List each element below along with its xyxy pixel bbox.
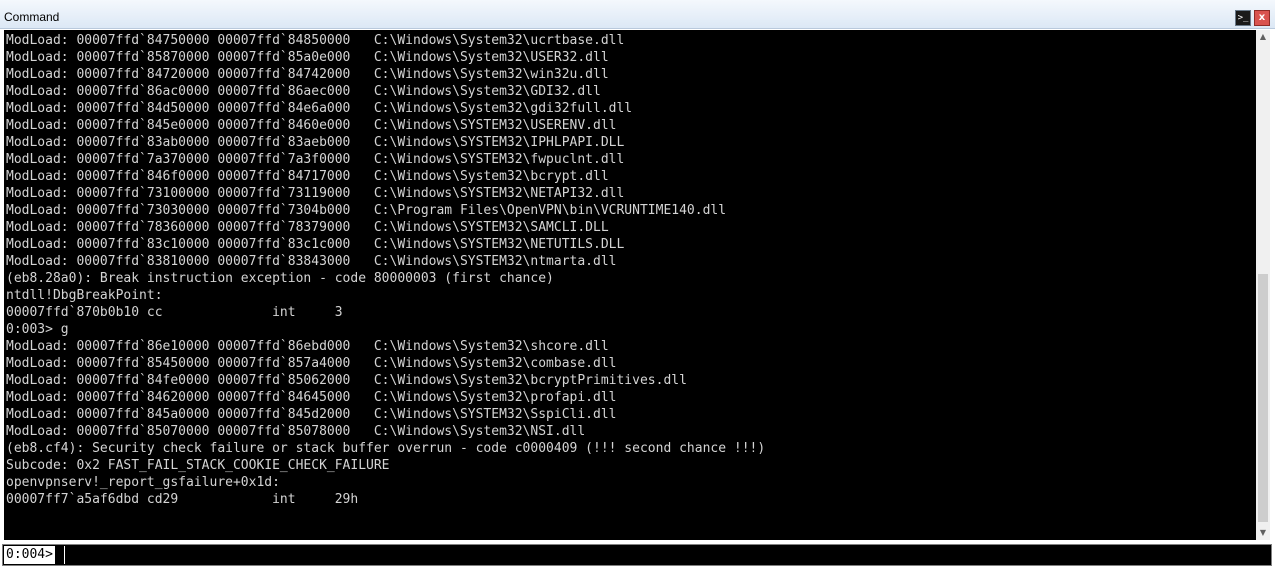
output-lines: ModLoad: 00007ffd`84750000 00007ffd`8485… — [6, 32, 765, 508]
output-line: (eb8.cf4): Security check failure or sta… — [6, 441, 766, 456]
output-line: ModLoad: 00007ffd`85450000 00007ffd`857a… — [6, 356, 617, 371]
output-line: ModLoad: 00007ffd`7a370000 00007ffd`7a3f… — [6, 152, 625, 167]
scroll-up-arrow-icon[interactable]: ▲ — [1256, 30, 1270, 44]
output-line: ModLoad: 00007ffd`84620000 00007ffd`8464… — [6, 390, 617, 405]
output-line: ModLoad: 00007ffd`86e10000 00007ffd`86eb… — [6, 339, 609, 354]
output-line: ModLoad: 00007ffd`846f0000 00007ffd`8471… — [6, 169, 609, 184]
output-line: ModLoad: 00007ffd`84d50000 00007ffd`84e6… — [6, 101, 633, 116]
output-line: 0:003> g — [6, 322, 69, 337]
command-prompt-label: 0:004> — [4, 546, 55, 564]
command-bar: 0:004> — [2, 544, 1272, 566]
output-line: ModLoad: 00007ffd`845e0000 00007ffd`8460… — [6, 118, 617, 133]
output-line: 00007ffd`870b0b10 cc int 3 — [6, 305, 343, 320]
title-bar: Command >_ x — [0, 0, 1275, 29]
output-line: ntdll!DbgBreakPoint: — [6, 288, 163, 303]
output-line: ModLoad: 00007ffd`83ab0000 00007ffd`83ae… — [6, 135, 625, 150]
command-input[interactable] — [64, 546, 1264, 564]
output-line: ModLoad: 00007ffd`85070000 00007ffd`8507… — [6, 424, 586, 439]
window-title: Command — [4, 10, 60, 24]
output-line: ModLoad: 00007ffd`84750000 00007ffd`8485… — [6, 33, 625, 48]
output-line: ModLoad: 00007ffd`83810000 00007ffd`8384… — [6, 254, 617, 269]
command-prompt-icon[interactable]: >_ — [1235, 10, 1251, 26]
output-line: ModLoad: 00007ffd`86ac0000 00007ffd`86ae… — [6, 84, 601, 99]
output-line: ModLoad: 00007ffd`83c10000 00007ffd`83c1… — [6, 237, 625, 252]
output-line: ModLoad: 00007ffd`73100000 00007ffd`7311… — [6, 186, 625, 201]
output-line: ModLoad: 00007ffd`73030000 00007ffd`7304… — [6, 203, 727, 218]
output-line: 00007ff7`a5af6dbd cd29 int 29h — [6, 492, 359, 507]
output-line: ModLoad: 00007ffd`84fe0000 00007ffd`8506… — [6, 373, 687, 388]
output-line: openvpnserv!_report_gsfailure+0x1d: — [6, 475, 280, 490]
vertical-scrollbar[interactable]: ▲ ▼ — [1256, 30, 1270, 540]
output-line: ModLoad: 00007ffd`84720000 00007ffd`8474… — [6, 67, 609, 82]
output-line: ModLoad: 00007ffd`85870000 00007ffd`85a0… — [6, 50, 609, 65]
output-line: ModLoad: 00007ffd`78360000 00007ffd`7837… — [6, 220, 609, 235]
scroll-down-arrow-icon[interactable]: ▼ — [1256, 526, 1270, 540]
scrollbar-thumb[interactable] — [1258, 274, 1268, 522]
output-line: Subcode: 0x2 FAST_FAIL_STACK_COOKIE_CHEC… — [6, 458, 390, 473]
command-output[interactable]: ModLoad: 00007ffd`84750000 00007ffd`8485… — [4, 30, 1256, 540]
close-icon[interactable]: x — [1254, 10, 1270, 26]
output-line: (eb8.28a0): Break instruction exception … — [6, 271, 554, 286]
output-line: ModLoad: 00007ffd`845a0000 00007ffd`845d… — [6, 407, 617, 422]
